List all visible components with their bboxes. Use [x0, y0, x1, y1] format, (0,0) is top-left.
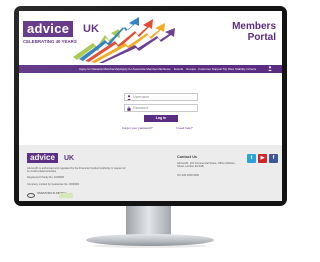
monitor-stand-base — [86, 234, 214, 246]
footer-logo-suffix: UK — [64, 155, 75, 162]
nav-item-customer-support[interactable]: Customer Support — [198, 66, 222, 72]
monitor-frame: advice UK CELEBRATING 40 YEARS Members P… — [14, 6, 287, 206]
footer-logo: advice — [27, 153, 58, 163]
page-title: Members Portal — [232, 21, 276, 43]
growth-arrows-graphic — [73, 17, 175, 63]
contact-telephone: Tel: 020 0000 0000 — [177, 174, 200, 177]
footer-charity-text: Registered Charity No. 1000000 — [27, 176, 65, 179]
nav-item-my-files[interactable]: My Files — [223, 66, 234, 72]
user-icon[interactable] — [268, 66, 272, 71]
brand-logo[interactable]: advice — [23, 21, 74, 37]
nav-item-apply-network[interactable]: Apply for Network Membership — [79, 66, 120, 72]
forgot-password-link[interactable]: Forgot your password? — [122, 126, 153, 130]
contact-heading: Contact Us — [177, 155, 198, 159]
site-header: advice UK CELEBRATING 40 YEARS Members P… — [19, 11, 282, 65]
investors-in-people-icon — [27, 193, 35, 198]
lock-icon — [127, 106, 131, 111]
youtube-icon[interactable]: ▶ — [258, 154, 267, 163]
contact-address: AdviceUK, 101 Commercial Street, Office … — [177, 162, 236, 169]
brand-logo-suffix: UK — [83, 23, 99, 35]
partner-badge — [59, 193, 73, 198]
nav-item-stability-criteria[interactable]: Stability Criteria — [235, 66, 256, 72]
help-link[interactable]: I need help? — [176, 126, 193, 130]
login-button[interactable]: Log in — [144, 115, 178, 122]
screen: advice UK CELEBRATING 40 YEARS Members P… — [19, 11, 282, 201]
footer-regulation-text: AdviceUK is authorised and regulated by … — [27, 167, 126, 174]
password-placeholder: Password — [133, 106, 149, 110]
user-icon — [127, 95, 131, 100]
twitter-icon[interactable]: t — [247, 154, 256, 163]
nav-item-groups[interactable]: Groups — [186, 66, 196, 72]
facebook-icon[interactable]: f — [269, 154, 278, 163]
username-field[interactable]: Username — [124, 93, 198, 101]
brand-tagline: CELEBRATING 40 YEARS — [23, 39, 77, 44]
username-placeholder: Username — [133, 95, 150, 99]
password-field[interactable]: Password — [124, 104, 198, 112]
footer-company-text: Company Limited by Guarantee No. 0000000 — [27, 183, 80, 186]
nav-item-events[interactable]: Events — [174, 66, 183, 72]
main-nav: Apply for Network Membership Apply for A… — [19, 65, 282, 73]
nav-item-news[interactable]: News — [163, 66, 171, 72]
monitor-stand-neck — [126, 206, 171, 236]
nav-item-apply-associate[interactable]: Apply for Associate Membership — [120, 66, 163, 72]
site-footer: advice UK AdviceUK is authorised and reg… — [19, 145, 282, 201]
